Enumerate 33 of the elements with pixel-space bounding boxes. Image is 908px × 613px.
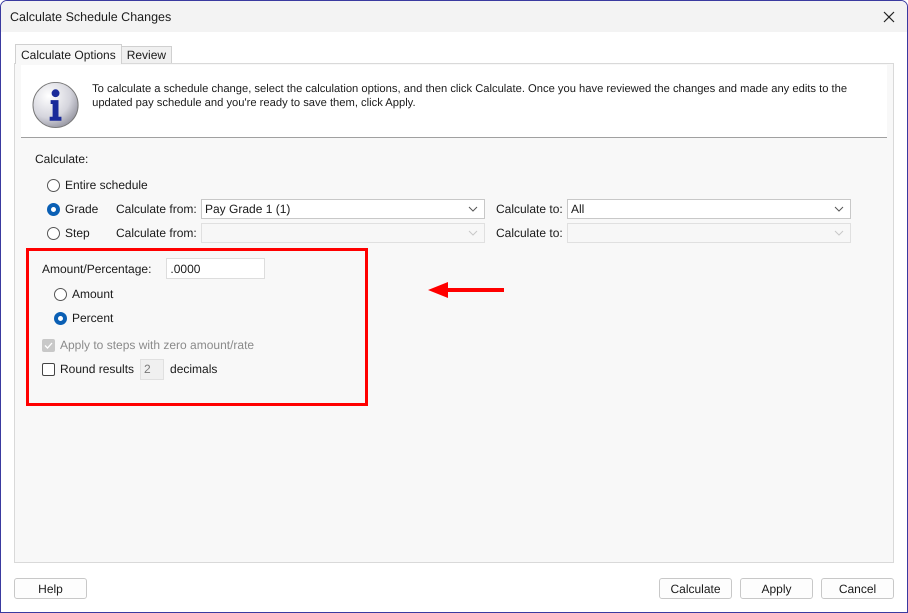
tab[interactable]: Review (120, 46, 172, 63)
info-icon (32, 81, 80, 129)
info-text: To calculate a schedule change, select the calculation options, and then click Calculate. Once you have reviewed the changes and made any edits to the updated pay schedule and you're ready to save them, click Apply. (92, 82, 848, 110)
radio-button[interactable]: Percent (54, 311, 123, 325)
dropdown[interactable]: All (567, 199, 851, 219)
checkbox-label: Round results (60, 362, 134, 376)
field-label: Calculate from: (116, 226, 198, 240)
radio-button[interactable]: Amount (54, 287, 123, 301)
dropdown[interactable]: Pay Grade 1 (1) (201, 199, 485, 219)
field-label: Calculate to: (496, 202, 564, 216)
radio-button[interactable]: Entire schedule (47, 178, 148, 192)
dialog-button[interactable]: Cancel (821, 578, 894, 599)
radio-button[interactable]: Grade (47, 202, 116, 216)
field-label: Calculate from: (116, 202, 198, 216)
calculate-label: Calculate: (35, 152, 90, 166)
close-icon (883, 10, 895, 22)
field-label: decimals (170, 362, 218, 376)
field-label: Amount/Percentage: (42, 262, 152, 276)
dialog-button[interactable]: Help (14, 578, 87, 599)
arrow-icon (428, 282, 504, 298)
window-title: Calculate Schedule Changes (10, 10, 172, 24)
dialog-button[interactable]: Apply (740, 578, 813, 599)
dialog-button[interactable]: Calculate (659, 578, 732, 599)
chevron-down-icon (834, 206, 844, 212)
field-label: Calculate to: (496, 226, 564, 240)
chevron-down-icon (468, 230, 478, 236)
input-field[interactable]: .0000 (166, 258, 266, 279)
checkbox-label: Apply to steps with zero amount/rate (60, 338, 254, 352)
chevron-down-icon (468, 206, 478, 212)
chevron-down-icon (834, 230, 844, 236)
tab[interactable]: Calculate Options (15, 44, 122, 64)
checkbox[interactable] (42, 362, 55, 376)
dropdown[interactable] (567, 223, 851, 243)
